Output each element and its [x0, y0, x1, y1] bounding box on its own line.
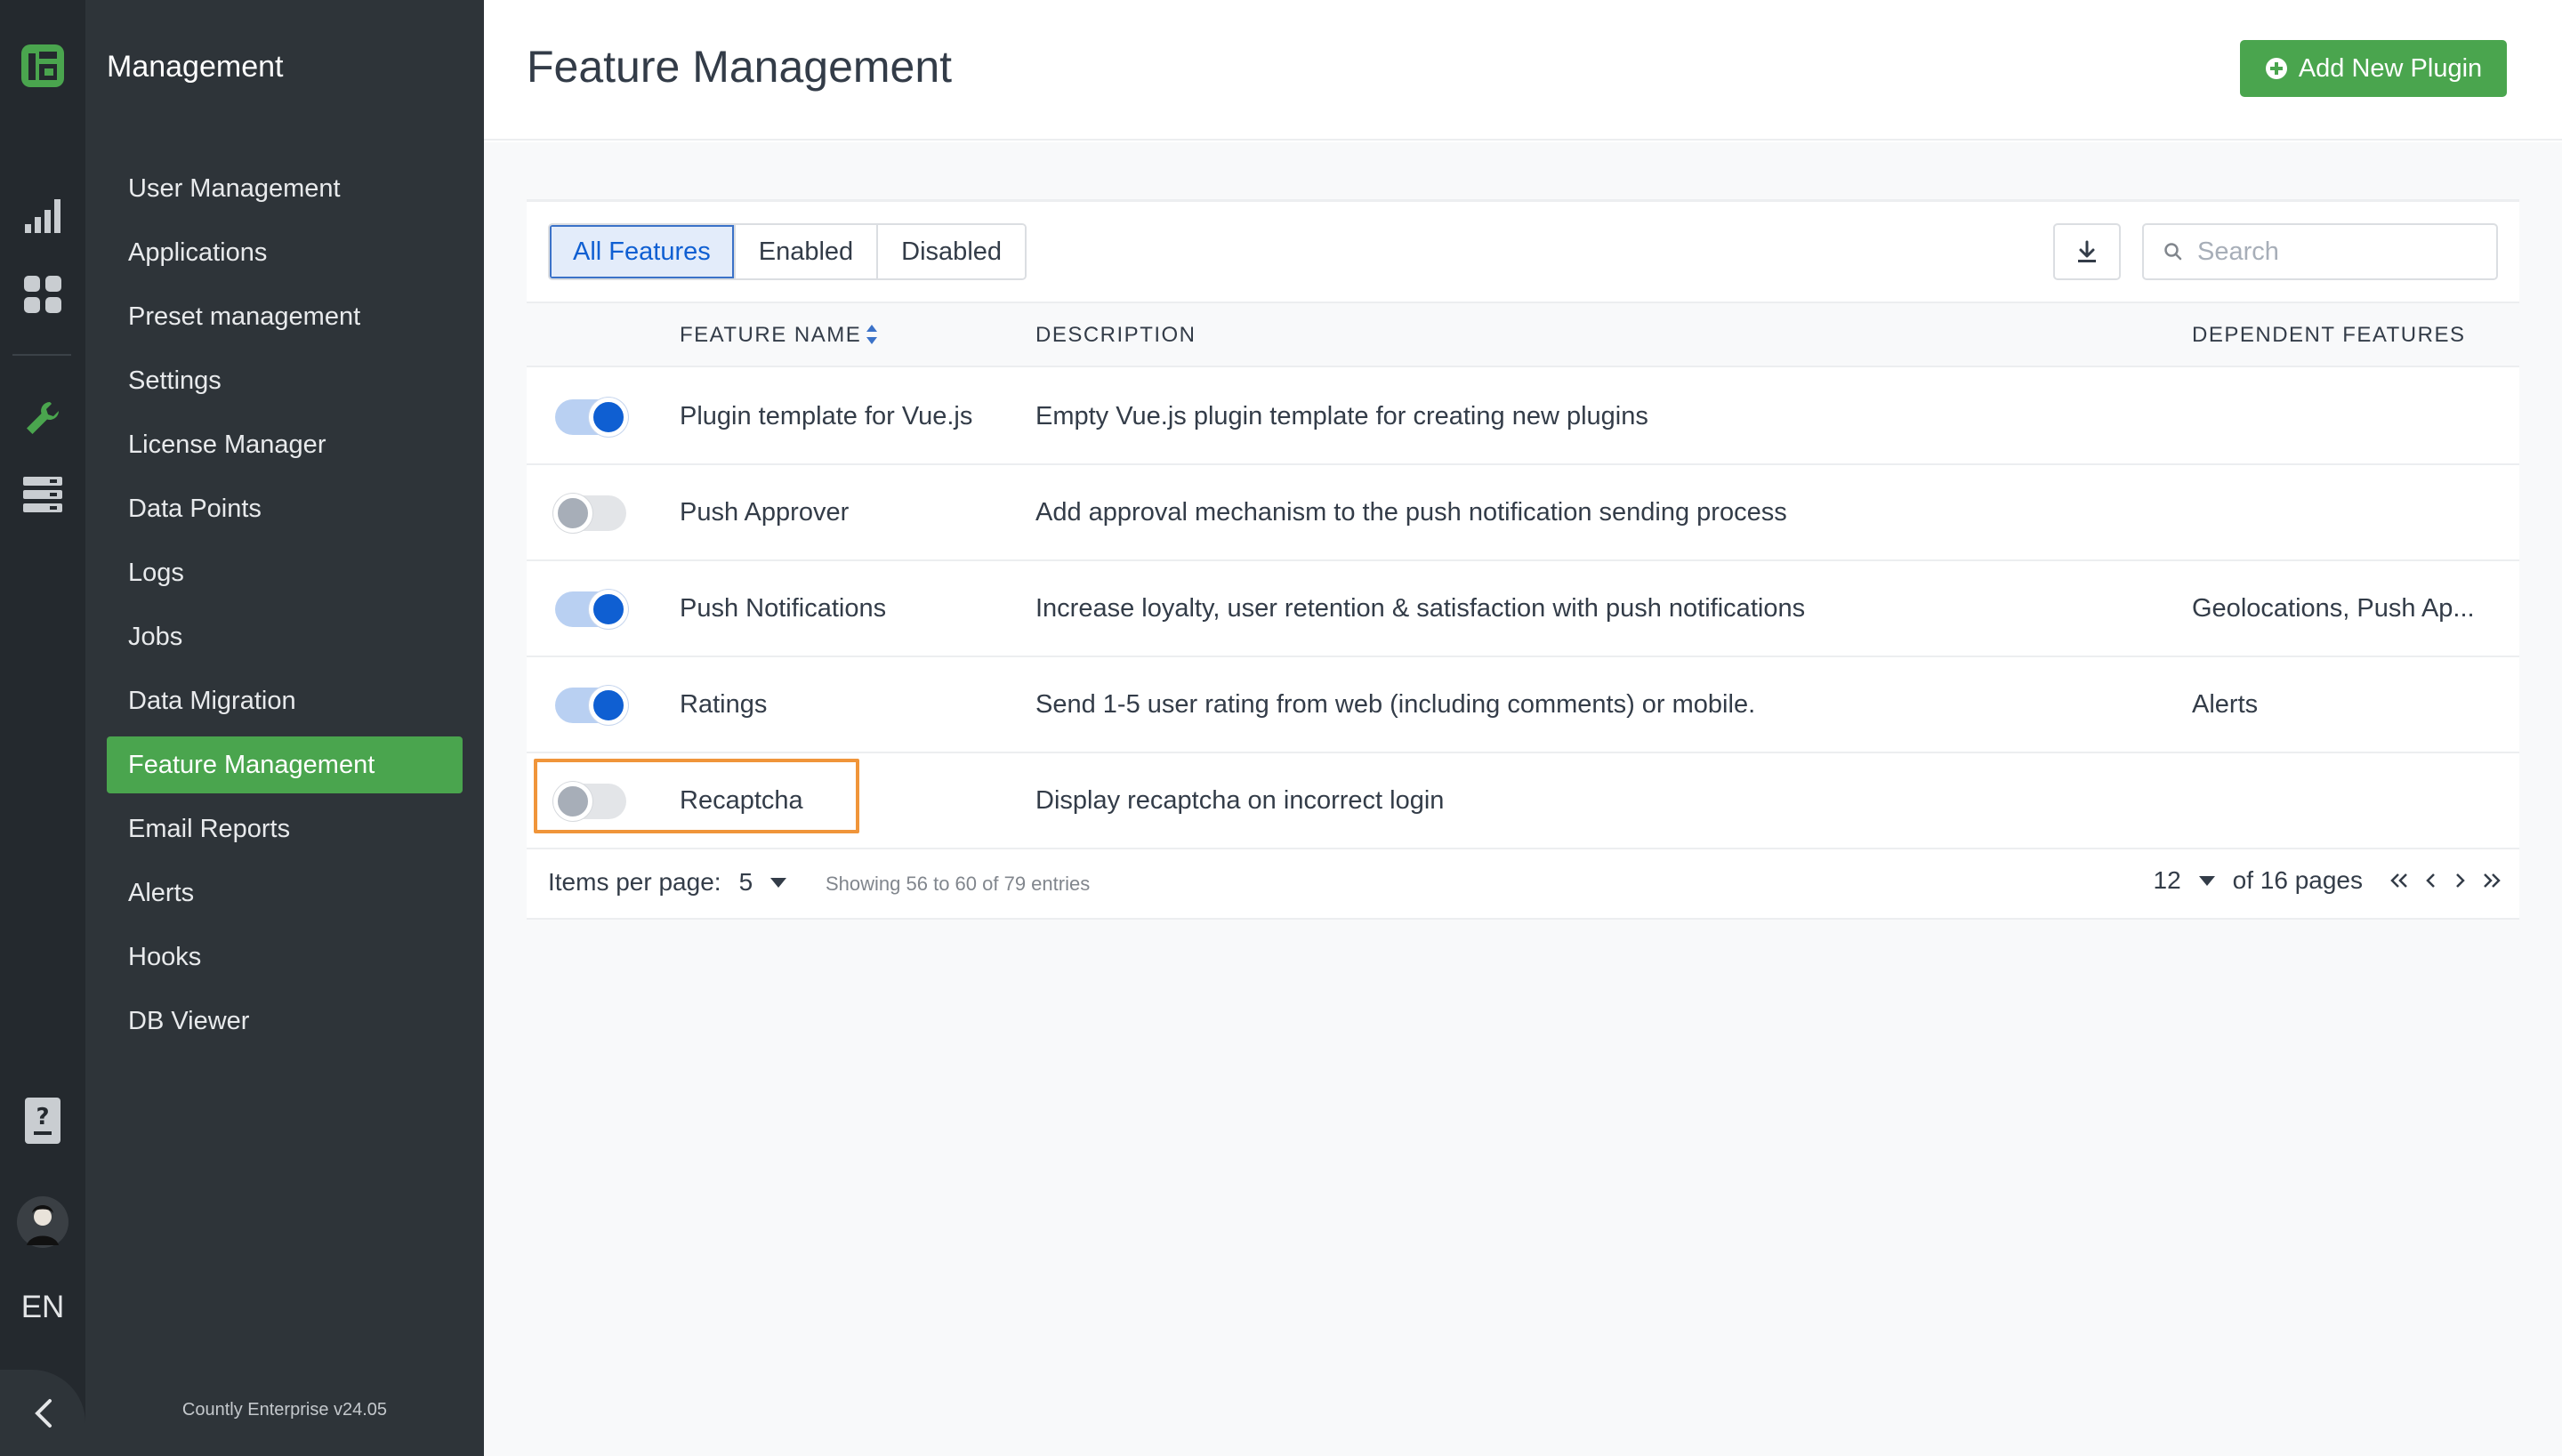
add-new-plugin-label: Add New Plugin [2298, 53, 2483, 83]
countly-logo-icon[interactable] [0, 43, 85, 89]
sidebar-item-user-management[interactable]: User Management [107, 160, 463, 217]
avatar[interactable] [0, 1195, 85, 1249]
search-box[interactable] [2142, 223, 2498, 280]
toggle-knob [589, 398, 628, 437]
page-header: Feature Management Add New Plugin [484, 0, 2562, 141]
analytics-icon[interactable] [0, 197, 85, 233]
table-row: Push Approver Add approval mechanism to … [527, 465, 2519, 561]
collapse-sidebar-button[interactable] [0, 1370, 85, 1456]
features-card: All Features Enabled Disabled FEATURE NA… [527, 199, 2519, 920]
rail-divider [12, 354, 71, 356]
feature-name: Ratings [680, 689, 768, 719]
feature-name: Push Notifications [680, 593, 887, 623]
icon-rail: ? EN [0, 0, 85, 1456]
toggle-knob [553, 494, 592, 533]
plus-circle-icon [2265, 58, 2287, 79]
sidebar-item-applications[interactable]: Applications [107, 224, 463, 281]
previous-page-icon[interactable] [2425, 872, 2437, 889]
items-per-page-select[interactable]: 5 [739, 868, 787, 897]
tab-all-features[interactable]: All Features [550, 225, 736, 278]
column-feature-name[interactable]: FEATURE NAME [680, 323, 861, 348]
feature-dependents: Geolocations, Push Ap... [2192, 593, 2475, 623]
total-pages: of 16 pages [2232, 866, 2363, 894]
tab-enabled[interactable]: Enabled [735, 225, 879, 278]
tab-disabled[interactable]: Disabled [878, 225, 1026, 278]
feature-toggle[interactable] [555, 398, 628, 437]
pagination: 12 of 16 pages [2154, 866, 2502, 895]
sidebar-item-feature-management[interactable]: Feature Management [107, 736, 463, 793]
feature-description: Empty Vue.js plugin template for creatin… [1035, 401, 1648, 430]
sort-icon[interactable] [865, 323, 879, 346]
help-icon[interactable]: ? [0, 1098, 85, 1144]
data-manager-icon[interactable] [0, 477, 85, 512]
feature-name: Push Approver [680, 497, 850, 527]
download-button[interactable] [2053, 223, 2121, 280]
feature-toggle[interactable] [555, 590, 628, 629]
feature-description: Increase loyalty, user retention & satis… [1035, 593, 1806, 623]
table-footer: Items per page: 5 Showing 56 to 60 of 79… [527, 847, 2519, 918]
search-input[interactable] [2195, 236, 2480, 268]
feature-description: Display recaptcha on incorrect login [1035, 785, 1445, 815]
feature-description: Send 1-5 user rating from web (including… [1035, 689, 1756, 719]
table-row: Ratings Send 1-5 user rating from web (i… [527, 657, 2519, 753]
chevron-down-icon [770, 877, 787, 888]
sidebar-item-license-manager[interactable]: License Manager [107, 416, 463, 473]
svg-text:?: ? [36, 1104, 49, 1130]
language-selector[interactable]: EN [0, 1290, 85, 1325]
download-icon [2078, 240, 2096, 262]
feature-description: Add approval mechanism to the push notif… [1035, 497, 1787, 527]
feature-dependents: Alerts [2192, 689, 2259, 719]
sidebar-item-db-viewer[interactable]: DB Viewer [107, 993, 463, 1050]
first-page-icon[interactable] [2389, 872, 2409, 889]
items-per-page: Items per page: 5 [548, 868, 787, 897]
search-icon [2164, 243, 2182, 261]
table-row: Plugin template for Vue.js Empty Vue.js … [527, 369, 2519, 465]
page-select[interactable]: 12 [2154, 866, 2215, 895]
sidebar-item-settings[interactable]: Settings [107, 352, 463, 409]
next-page-icon[interactable] [2453, 872, 2466, 889]
sidebar-item-preset-management[interactable]: Preset management [107, 288, 463, 345]
version-label: Countly Enterprise v24.05 [181, 1400, 388, 1420]
sidebar-item-alerts[interactable]: Alerts [107, 865, 463, 921]
filter-tabs: All Features Enabled Disabled [548, 223, 1027, 280]
add-new-plugin-button[interactable]: Add New Plugin [2240, 40, 2507, 97]
sidebar-item-email-reports[interactable]: Email Reports [107, 800, 463, 857]
sidebar-item-hooks[interactable]: Hooks [107, 929, 463, 985]
management-sidebar: Management User Management Applications … [85, 0, 484, 1456]
collapse-chevron-icon [35, 1398, 52, 1428]
sidebar-menu: User Management Applications Preset mana… [107, 160, 463, 1057]
feature-name: Recaptcha [680, 785, 803, 815]
toggle-knob [553, 782, 592, 821]
management-wrench-icon[interactable] [0, 398, 85, 438]
last-page-icon[interactable] [2482, 872, 2502, 889]
sidebar-item-jobs[interactable]: Jobs [107, 608, 463, 665]
table-row: Recaptcha Display recaptcha on incorrect… [527, 753, 2519, 849]
table-row: Push Notifications Increase loyalty, use… [527, 561, 2519, 657]
feature-name: Plugin template for Vue.js [680, 401, 973, 430]
chevron-down-icon [2198, 875, 2215, 886]
sidebar-item-data-migration[interactable]: Data Migration [107, 672, 463, 729]
current-page: 12 [2153, 866, 2181, 894]
column-description: DESCRIPTION [1035, 323, 1196, 347]
toggle-knob [589, 590, 628, 629]
toggle-knob [589, 686, 628, 725]
column-dependent-features: DEPENDENT FEATURES [2192, 323, 2466, 347]
items-per-page-label: Items per page: [548, 868, 721, 896]
items-per-page-value: 5 [738, 868, 753, 896]
dashboard-icon[interactable] [0, 276, 85, 313]
showing-entries: Showing 56 to 60 of 79 entries [826, 873, 1091, 895]
table-header: FEATURE NAME DESCRIPTION DEPENDENT FEATU… [527, 302, 2519, 367]
feature-toggle[interactable] [553, 782, 626, 821]
sidebar-item-logs[interactable]: Logs [107, 544, 463, 601]
sidebar-title: Management [107, 50, 284, 84]
feature-toggle[interactable] [553, 494, 626, 533]
feature-toggle[interactable] [555, 686, 628, 725]
sidebar-item-data-points[interactable]: Data Points [107, 480, 463, 537]
page-title: Feature Management [527, 42, 953, 92]
